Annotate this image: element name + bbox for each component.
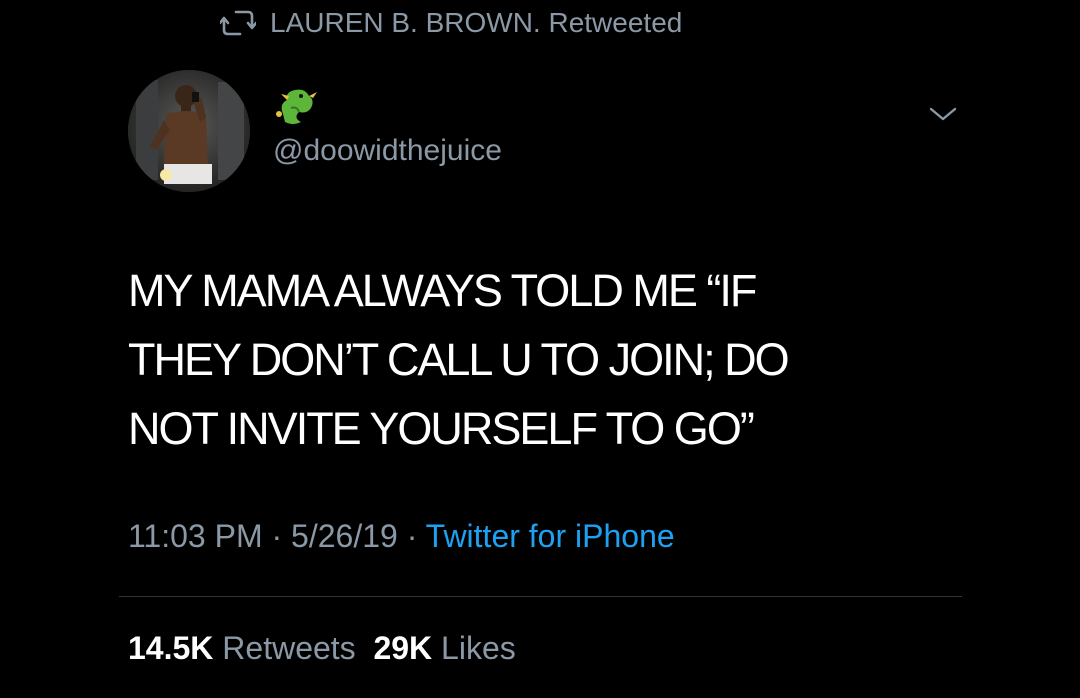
tweet-time[interactable]: 11:03 PM (128, 518, 263, 554)
tweet-date[interactable]: 5/26/19 (291, 518, 398, 554)
tweet-meta: 11:03 PM · 5/26/19 · Twitter for iPhone (128, 518, 675, 555)
likes-label: Likes (441, 630, 516, 666)
tweet-line: THEY DON’T CALL U TO JOIN; DO (128, 334, 790, 385)
retweets-stat[interactable]: 14.5K Retweets (128, 630, 356, 666)
dragon-emoji-icon (273, 84, 319, 130)
retweet-icon (220, 8, 256, 38)
divider (119, 596, 962, 597)
tweet-source-link[interactable]: Twitter for iPhone (426, 518, 675, 554)
tweet-text: MY MAMA ALWAYS TOLD ME “IF THEY DON’T CA… (128, 256, 988, 463)
likes-stat[interactable]: 29K Likes (373, 630, 515, 666)
separator: · (262, 518, 292, 554)
tweet-line: MY MAMA ALWAYS TOLD ME “IF (128, 265, 757, 316)
chevron-down-icon[interactable] (928, 104, 958, 124)
retweets-count: 14.5K (128, 630, 214, 666)
likes-count: 29K (373, 630, 433, 666)
retweet-header[interactable]: LAUREN B. BROWN. Retweeted (220, 6, 682, 40)
avatar[interactable] (128, 70, 250, 192)
tweet-line: NOT INVITE YOURSELF TO GO” (128, 403, 755, 454)
separator: · (397, 518, 426, 554)
retweet-header-text: LAUREN B. BROWN. Retweeted (270, 7, 683, 38)
retweets-label: Retweets (222, 630, 356, 666)
user-handle[interactable]: @doowidthejuice (273, 134, 502, 168)
tweet-stats: 14.5K Retweets 29K Likes (128, 630, 516, 667)
